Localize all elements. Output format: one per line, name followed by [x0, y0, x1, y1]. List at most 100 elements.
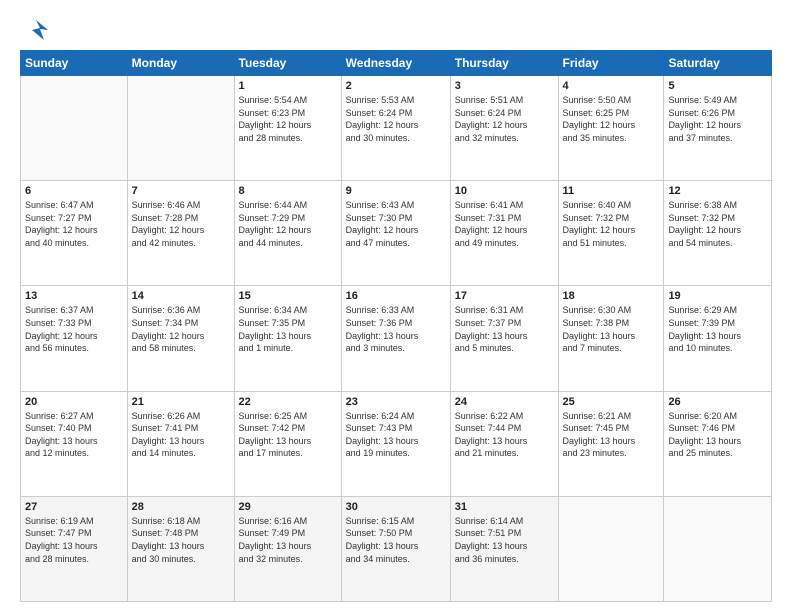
- day-cell: 13 Sunrise: 6:37 AM Sunset: 7:33 PM Dayli…: [21, 286, 128, 391]
- day-number: 22: [239, 396, 337, 408]
- day-number: 9: [346, 185, 446, 197]
- day-number: 14: [132, 290, 230, 302]
- day-info: Sunrise: 6:19 AM Sunset: 7:47 PM Dayligh…: [25, 515, 123, 565]
- weekday-header-thursday: Thursday: [450, 51, 558, 76]
- day-cell: 5 Sunrise: 5:49 AM Sunset: 6:26 PM Daylig…: [664, 76, 772, 181]
- day-number: 25: [563, 396, 660, 408]
- day-number: 8: [239, 185, 337, 197]
- day-info: Sunrise: 6:21 AM Sunset: 7:45 PM Dayligh…: [563, 410, 660, 460]
- weekday-header-monday: Monday: [127, 51, 234, 76]
- day-info: Sunrise: 6:43 AM Sunset: 7:30 PM Dayligh…: [346, 199, 446, 249]
- day-info: Sunrise: 6:26 AM Sunset: 7:41 PM Dayligh…: [132, 410, 230, 460]
- day-number: 7: [132, 185, 230, 197]
- day-cell: 24Sunrise: 6:22 AM Sunset: 7:44 PM Dayli…: [450, 391, 558, 496]
- day-number: 6: [25, 185, 123, 197]
- day-info: Sunrise: 6:44 AM Sunset: 7:29 PM Dayligh…: [239, 199, 337, 249]
- day-info: Sunrise: 6:47 AM Sunset: 7:27 PM Dayligh…: [25, 199, 123, 249]
- day-cell: 28Sunrise: 6:18 AM Sunset: 7:48 PM Dayli…: [127, 496, 234, 601]
- day-cell: 9 Sunrise: 6:43 AM Sunset: 7:30 PM Daylig…: [341, 181, 450, 286]
- day-cell: 7 Sunrise: 6:46 AM Sunset: 7:28 PM Daylig…: [127, 181, 234, 286]
- weekday-header-wednesday: Wednesday: [341, 51, 450, 76]
- calendar-table: SundayMondayTuesdayWednesdayThursdayFrid…: [20, 50, 772, 602]
- day-cell: 23Sunrise: 6:24 AM Sunset: 7:43 PM Dayli…: [341, 391, 450, 496]
- day-cell: 14 Sunrise: 6:36 AM Sunset: 7:34 PM Dayli…: [127, 286, 234, 391]
- day-cell: [664, 496, 772, 601]
- day-info: Sunrise: 5:54 AM Sunset: 6:23 PM Dayligh…: [239, 94, 337, 144]
- day-info: Sunrise: 5:51 AM Sunset: 6:24 PM Dayligh…: [455, 94, 554, 144]
- day-number: 13: [25, 290, 123, 302]
- day-cell: [21, 76, 128, 181]
- day-info: Sunrise: 6:24 AM Sunset: 7:43 PM Dayligh…: [346, 410, 446, 460]
- weekday-header-tuesday: Tuesday: [234, 51, 341, 76]
- day-number: 20: [25, 396, 123, 408]
- day-cell: 11 Sunrise: 6:40 AM Sunset: 7:32 PM Dayli…: [558, 181, 664, 286]
- weekday-header-sunday: Sunday: [21, 51, 128, 76]
- day-cell: 31 Sunrise: 6:14 AM Sunset: 7:51 PM Dayli…: [450, 496, 558, 601]
- day-cell: 27 Sunrise: 6:19 AM Sunset: 7:47 PM Dayli…: [21, 496, 128, 601]
- day-info: Sunrise: 6:30 AM Sunset: 7:38 PM Dayligh…: [563, 304, 660, 354]
- day-info: Sunrise: 6:16 AM Sunset: 7:49 PM Dayligh…: [239, 515, 337, 565]
- day-info: Sunrise: 6:37 AM Sunset: 7:33 PM Dayligh…: [25, 304, 123, 354]
- day-number: 1: [239, 80, 337, 92]
- day-number: 29: [239, 501, 337, 513]
- day-cell: 6 Sunrise: 6:47 AM Sunset: 7:27 PM Daylig…: [21, 181, 128, 286]
- day-number: 5: [668, 80, 767, 92]
- weekday-header-saturday: Saturday: [664, 51, 772, 76]
- day-number: 2: [346, 80, 446, 92]
- day-cell: 1 Sunrise: 5:54 AM Sunset: 6:23 PM Daylig…: [234, 76, 341, 181]
- week-row-5: 27 Sunrise: 6:19 AM Sunset: 7:47 PM Dayli…: [21, 496, 772, 601]
- day-cell: 3 Sunrise: 5:51 AM Sunset: 6:24 PM Daylig…: [450, 76, 558, 181]
- day-cell: 12 Sunrise: 6:38 AM Sunset: 7:32 PM Dayli…: [664, 181, 772, 286]
- day-info: Sunrise: 6:27 AM Sunset: 7:40 PM Dayligh…: [25, 410, 123, 460]
- day-number: 10: [455, 185, 554, 197]
- page: SundayMondayTuesdayWednesdayThursdayFrid…: [0, 0, 792, 612]
- day-number: 28: [132, 501, 230, 513]
- day-info: Sunrise: 6:46 AM Sunset: 7:28 PM Dayligh…: [132, 199, 230, 249]
- week-row-3: 13 Sunrise: 6:37 AM Sunset: 7:33 PM Dayli…: [21, 286, 772, 391]
- day-cell: 30Sunrise: 6:15 AM Sunset: 7:50 PM Dayli…: [341, 496, 450, 601]
- day-number: 24: [455, 396, 554, 408]
- day-number: 11: [563, 185, 660, 197]
- logo-bird-icon: [22, 16, 50, 44]
- day-cell: 15 Sunrise: 6:34 AM Sunset: 7:35 PM Dayli…: [234, 286, 341, 391]
- day-info: Sunrise: 6:14 AM Sunset: 7:51 PM Dayligh…: [455, 515, 554, 565]
- day-info: Sunrise: 6:29 AM Sunset: 7:39 PM Dayligh…: [668, 304, 767, 354]
- day-number: 16: [346, 290, 446, 302]
- day-info: Sunrise: 6:38 AM Sunset: 7:32 PM Dayligh…: [668, 199, 767, 249]
- day-info: Sunrise: 6:36 AM Sunset: 7:34 PM Dayligh…: [132, 304, 230, 354]
- logo: [20, 16, 50, 40]
- week-row-1: 1 Sunrise: 5:54 AM Sunset: 6:23 PM Daylig…: [21, 76, 772, 181]
- day-cell: 10 Sunrise: 6:41 AM Sunset: 7:31 PM Dayli…: [450, 181, 558, 286]
- day-number: 12: [668, 185, 767, 197]
- day-cell: 18 Sunrise: 6:30 AM Sunset: 7:38 PM Dayli…: [558, 286, 664, 391]
- day-number: 30: [346, 501, 446, 513]
- day-number: 17: [455, 290, 554, 302]
- day-number: 26: [668, 396, 767, 408]
- day-cell: 22Sunrise: 6:25 AM Sunset: 7:42 PM Dayli…: [234, 391, 341, 496]
- header: [20, 16, 772, 40]
- day-number: 31: [455, 501, 554, 513]
- day-cell: 4Sunrise: 5:50 AM Sunset: 6:25 PM Daylig…: [558, 76, 664, 181]
- day-cell: 21 Sunrise: 6:26 AM Sunset: 7:41 PM Dayli…: [127, 391, 234, 496]
- day-number: 15: [239, 290, 337, 302]
- calendar: SundayMondayTuesdayWednesdayThursdayFrid…: [20, 50, 772, 602]
- day-info: Sunrise: 6:41 AM Sunset: 7:31 PM Dayligh…: [455, 199, 554, 249]
- day-cell: 26 Sunrise: 6:20 AM Sunset: 7:46 PM Dayli…: [664, 391, 772, 496]
- day-cell: 19Sunrise: 6:29 AM Sunset: 7:39 PM Dayli…: [664, 286, 772, 391]
- day-info: Sunrise: 5:53 AM Sunset: 6:24 PM Dayligh…: [346, 94, 446, 144]
- day-number: 27: [25, 501, 123, 513]
- day-cell: [558, 496, 664, 601]
- weekday-header-friday: Friday: [558, 51, 664, 76]
- day-number: 4: [563, 80, 660, 92]
- day-info: Sunrise: 6:40 AM Sunset: 7:32 PM Dayligh…: [563, 199, 660, 249]
- day-info: Sunrise: 6:34 AM Sunset: 7:35 PM Dayligh…: [239, 304, 337, 354]
- day-info: Sunrise: 5:49 AM Sunset: 6:26 PM Dayligh…: [668, 94, 767, 144]
- day-info: Sunrise: 6:20 AM Sunset: 7:46 PM Dayligh…: [668, 410, 767, 460]
- weekday-header-row: SundayMondayTuesdayWednesdayThursdayFrid…: [21, 51, 772, 76]
- day-cell: 2 Sunrise: 5:53 AM Sunset: 6:24 PM Daylig…: [341, 76, 450, 181]
- day-number: 18: [563, 290, 660, 302]
- day-number: 21: [132, 396, 230, 408]
- day-number: 3: [455, 80, 554, 92]
- day-cell: 29 Sunrise: 6:16 AM Sunset: 7:49 PM Dayli…: [234, 496, 341, 601]
- day-cell: 20 Sunrise: 6:27 AM Sunset: 7:40 PM Dayli…: [21, 391, 128, 496]
